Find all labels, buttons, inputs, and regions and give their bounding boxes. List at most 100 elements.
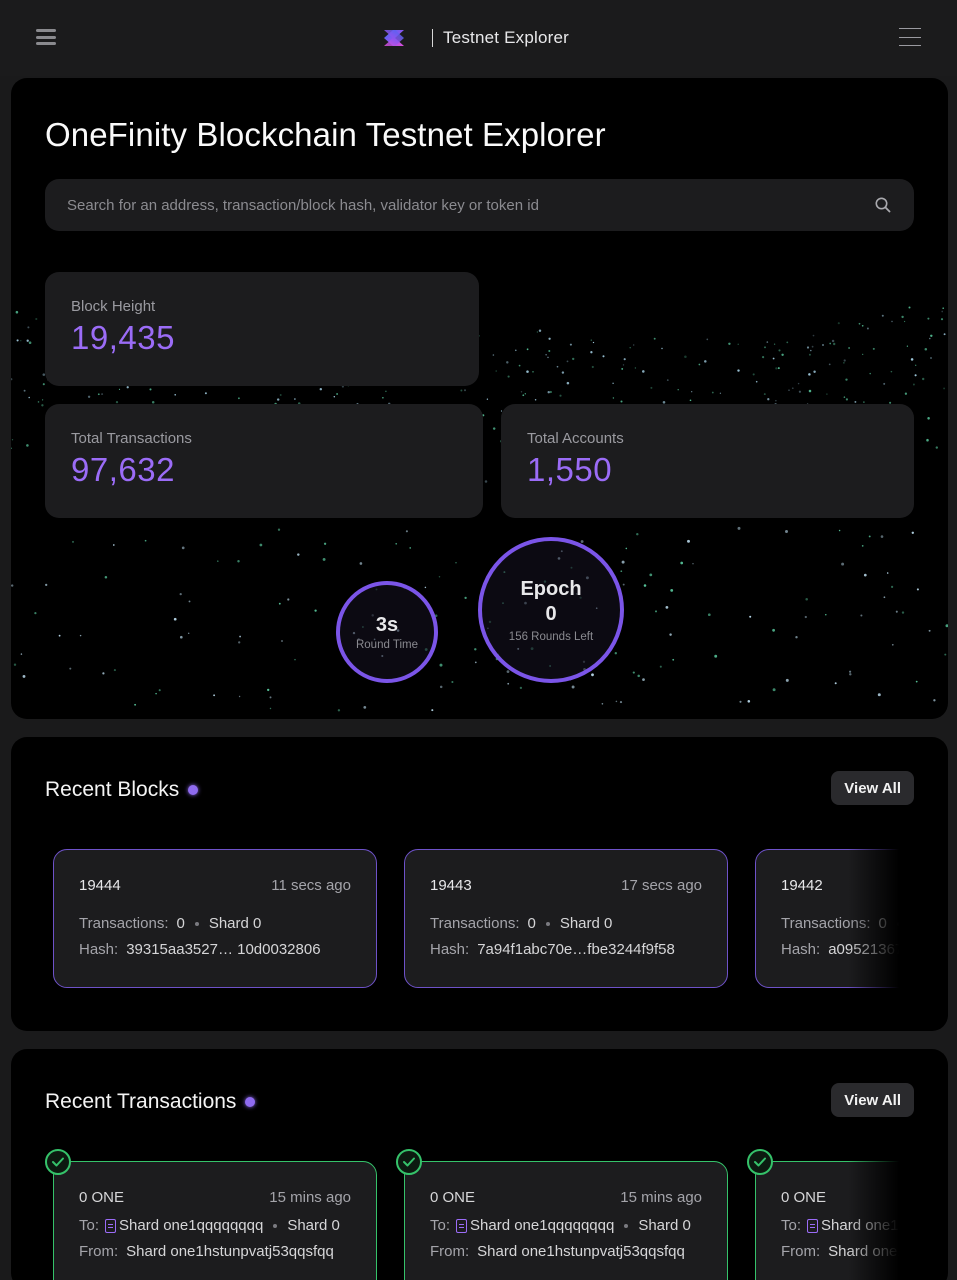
star-dot	[849, 670, 852, 673]
star-dot	[534, 399, 537, 401]
search-icon[interactable]	[874, 196, 892, 214]
star-dot	[661, 347, 663, 350]
star-dot	[601, 702, 604, 705]
star-dot	[935, 446, 938, 449]
transaction-card[interactable]: 0 ONE 15 mins ago To: Shard one1qqqqqqqq…	[404, 1161, 728, 1280]
star-dot	[179, 635, 183, 639]
transaction-amount: 0 ONE	[781, 1189, 827, 1206]
block-hash[interactable]: 39315aa3527… 10d0032806	[126, 941, 320, 958]
separator-dot	[194, 921, 199, 926]
star-dot	[561, 371, 565, 374]
star-dot	[333, 395, 336, 398]
brand[interactable]: Testnet Explorer	[382, 24, 569, 52]
star-dot	[532, 370, 534, 373]
star-dot	[187, 632, 190, 635]
star-dot	[104, 575, 108, 579]
star-dot	[843, 362, 845, 364]
star-dot	[945, 624, 948, 628]
success-check-icon	[45, 1149, 71, 1175]
star-dot	[775, 400, 777, 402]
star-dot	[612, 382, 614, 385]
search-input[interactable]	[67, 196, 874, 214]
star-dot	[41, 399, 44, 401]
view-all-blocks-button[interactable]: View All	[831, 771, 914, 805]
star-dot	[808, 389, 812, 393]
star-dot	[637, 674, 640, 678]
star-dot	[916, 588, 919, 591]
blocks-carousel[interactable]: 19444 11 secs ago Transactions: 0 Shard …	[53, 849, 908, 989]
star-dot	[101, 393, 104, 396]
round-time-indicator: 3s Round Time	[336, 581, 438, 683]
star-dot	[621, 367, 624, 370]
star-dot	[259, 543, 263, 547]
transaction-from[interactable]: Shard one1hstunpvatj53qqsfqq	[477, 1243, 685, 1260]
star-dot	[912, 383, 915, 386]
star-dot	[841, 562, 845, 566]
star-dot	[632, 671, 635, 674]
transactions-carousel[interactable]: 0 ONE 15 mins ago To: Shard one1qqqqqqqq…	[45, 1149, 908, 1280]
menu-lines-icon[interactable]	[899, 28, 921, 46]
star-dot	[519, 686, 523, 690]
success-check-icon	[396, 1149, 422, 1175]
star-dot	[752, 373, 755, 376]
star-dot	[860, 614, 863, 617]
search-bar[interactable]	[45, 179, 914, 231]
hash-label: Hash:	[781, 941, 821, 958]
star-dot	[737, 526, 741, 530]
star-dot	[775, 367, 778, 370]
star-dot	[901, 315, 904, 319]
star-dot	[439, 685, 443, 689]
star-dot	[35, 317, 38, 321]
block-hash[interactable]: a09521367	[828, 941, 903, 958]
transaction-age: 15 mins ago	[620, 1189, 702, 1206]
star-dot	[37, 401, 40, 403]
block-card[interactable]: 19442 Transactions: 0 Hash: a09521367	[755, 849, 908, 988]
star-dot	[666, 379, 669, 381]
star-dot	[711, 391, 714, 394]
block-number[interactable]: 19442	[781, 877, 823, 894]
star-dot	[464, 596, 467, 600]
block-number[interactable]: 19444	[79, 877, 121, 894]
star-dot	[507, 682, 510, 685]
star-dot	[813, 370, 816, 373]
star-dot	[833, 342, 836, 346]
block-hash[interactable]: 7a94f1abc70e…fbe3244f9f58	[477, 941, 675, 958]
contract-file-icon	[105, 1218, 117, 1233]
star-dot	[943, 387, 946, 390]
star-dot	[781, 353, 784, 357]
star-dot	[572, 357, 575, 361]
from-label: From:	[781, 1243, 821, 1260]
star-dot	[385, 390, 387, 393]
star-dot	[924, 347, 928, 351]
recent-blocks-title: Recent Blocks	[45, 778, 180, 801]
star-dot	[908, 306, 911, 309]
block-number[interactable]: 19443	[430, 877, 472, 894]
star-dot	[174, 393, 177, 396]
block-card[interactable]: 19444 11 secs ago Transactions: 0 Shard …	[53, 849, 377, 988]
block-card[interactable]: 19443 17 secs ago Transactions: 0 Shard …	[404, 849, 728, 988]
transaction-card[interactable]: 0 ONE 15 mins ago To: Shard one1qqqqqqqq…	[53, 1161, 377, 1280]
onefinity-logo	[384, 30, 404, 46]
star-dot	[281, 640, 283, 642]
star-dot	[834, 682, 837, 685]
transaction-from[interactable]: Shard one1hstunpvatj53qqsfqq	[126, 1243, 334, 1260]
star-dot	[569, 343, 572, 346]
star-dot	[728, 342, 731, 346]
transaction-to[interactable]: Shard one1qqqqqqqq	[470, 1217, 614, 1234]
transaction-card[interactable]: 0 ONE To: Shard one1q From: Shard one1	[755, 1161, 908, 1280]
star-dot	[495, 370, 497, 372]
transaction-to[interactable]: Shard one1q	[821, 1217, 907, 1234]
hamburger-icon[interactable]	[36, 27, 56, 47]
transaction-amount: 0 ONE	[79, 1189, 125, 1206]
star-dot	[930, 357, 932, 359]
star-dot	[812, 334, 815, 337]
star-dot	[659, 665, 662, 668]
star-dot	[278, 602, 281, 605]
transaction-to[interactable]: Shard one1qqqqqqqq	[119, 1217, 263, 1234]
view-all-transactions-button[interactable]: View All	[831, 1083, 914, 1117]
separator-dot	[624, 1223, 629, 1228]
transaction-from[interactable]: Shard one1	[828, 1243, 906, 1260]
star-dot	[506, 361, 509, 364]
star-dot	[692, 562, 694, 565]
star-dot	[97, 393, 100, 396]
